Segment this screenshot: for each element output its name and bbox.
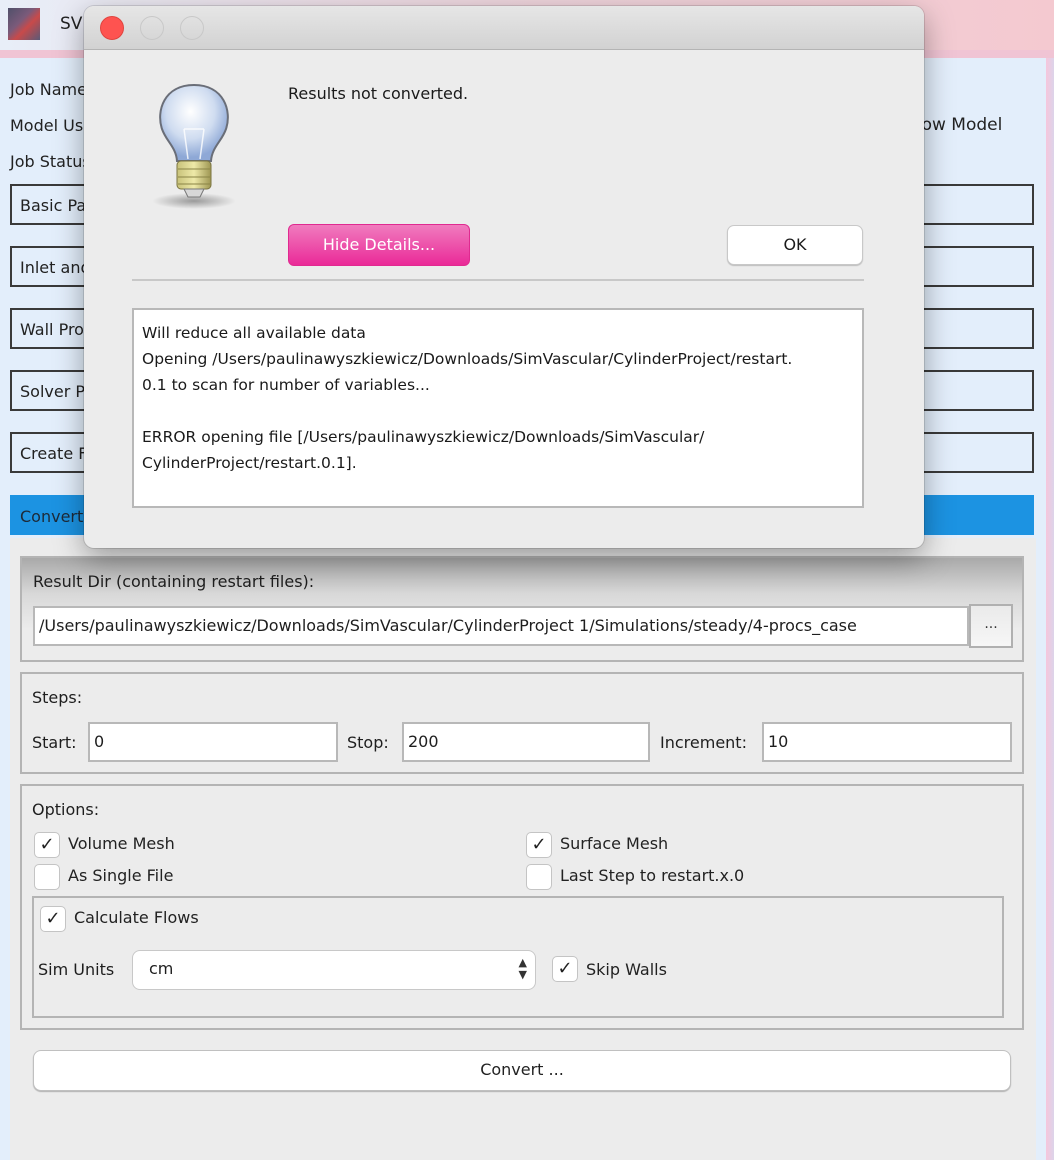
surface-mesh-label: Surface Mesh: [560, 834, 669, 853]
error-dialog: Results not converted. Hide Details... O…: [84, 6, 924, 548]
dialog-message: Results not converted.: [288, 84, 469, 103]
lightbulb-icon: [152, 83, 236, 209]
details-line: Opening /Users/paulinawyszkiewicz/Downlo…: [142, 350, 793, 368]
result-dir-input[interactable]: /Users/paulinawyszkiewicz/Downloads/SimV…: [33, 606, 969, 646]
select-arrows-icon: ▲ ▼: [518, 956, 527, 981]
close-window-button[interactable]: [100, 16, 124, 40]
browse-button[interactable]: ...: [969, 604, 1013, 648]
steps-group: Steps: Start: 0 Stop: 200 Increment: 10: [20, 672, 1024, 774]
increment-input[interactable]: 10: [762, 722, 1012, 762]
details-line: 0.1 to scan for number of variables...: [142, 376, 430, 394]
sim-units-label: Sim Units: [38, 960, 115, 979]
details-line: [142, 398, 854, 424]
window-edge: [1046, 58, 1054, 1160]
calculate-flows-label: Calculate Flows: [74, 908, 199, 927]
increment-label: Increment:: [660, 733, 747, 752]
app-title: SV: [60, 14, 83, 34]
start-label: Start:: [32, 733, 77, 752]
start-input[interactable]: 0: [88, 722, 338, 762]
sim-units-value: cm: [149, 959, 174, 978]
single-file-checkbox[interactable]: [34, 864, 60, 890]
maximize-window-button: [180, 16, 204, 40]
single-file-label: As Single File: [68, 866, 174, 885]
details-text-area[interactable]: Will reduce all available data Opening /…: [132, 308, 864, 508]
volume-mesh-label: Volume Mesh: [68, 834, 175, 853]
convert-button[interactable]: Convert ...: [33, 1050, 1011, 1091]
skip-walls-label: Skip Walls: [586, 960, 667, 979]
stop-label: Stop:: [347, 733, 389, 752]
options-group: Options: ✓ Volume Mesh ✓ Surface Mesh As…: [20, 784, 1024, 1030]
surface-mesh-checkbox[interactable]: ✓: [526, 832, 552, 858]
options-label: Options:: [32, 800, 100, 819]
job-status-label: Job Status: [10, 152, 91, 171]
volume-mesh-checkbox[interactable]: ✓: [34, 832, 60, 858]
stop-input[interactable]: 200: [402, 722, 650, 762]
result-dir-group: Result Dir (containing restart files): /…: [20, 556, 1024, 662]
hide-details-button[interactable]: Hide Details...: [288, 224, 470, 266]
details-line: CylinderProject/restart.0.1].: [142, 454, 357, 472]
dialog-divider: [132, 279, 864, 281]
ok-button[interactable]: OK: [727, 225, 863, 265]
skip-walls-checkbox[interactable]: ✓: [552, 956, 578, 982]
last-step-label: Last Step to restart.x.0: [560, 866, 745, 885]
minimize-window-button: [140, 16, 164, 40]
dialog-titlebar: [84, 6, 924, 50]
details-line: Will reduce all available data: [142, 324, 366, 342]
calculate-flows-checkbox[interactable]: ✓: [40, 906, 66, 932]
details-line: ERROR opening file [/Users/paulinawyszki…: [142, 428, 705, 446]
last-step-checkbox[interactable]: [526, 864, 552, 890]
sim-units-select[interactable]: cm ▲ ▼: [132, 950, 536, 990]
calculate-flows-group: ✓ Calculate Flows Sim Units cm ▲ ▼ ✓ Skip…: [32, 896, 1004, 1018]
app-logo-icon: [8, 8, 40, 40]
result-dir-label: Result Dir (containing restart files):: [33, 572, 315, 591]
job-name-label: Job Name: [10, 80, 87, 99]
steps-label: Steps:: [32, 688, 83, 707]
